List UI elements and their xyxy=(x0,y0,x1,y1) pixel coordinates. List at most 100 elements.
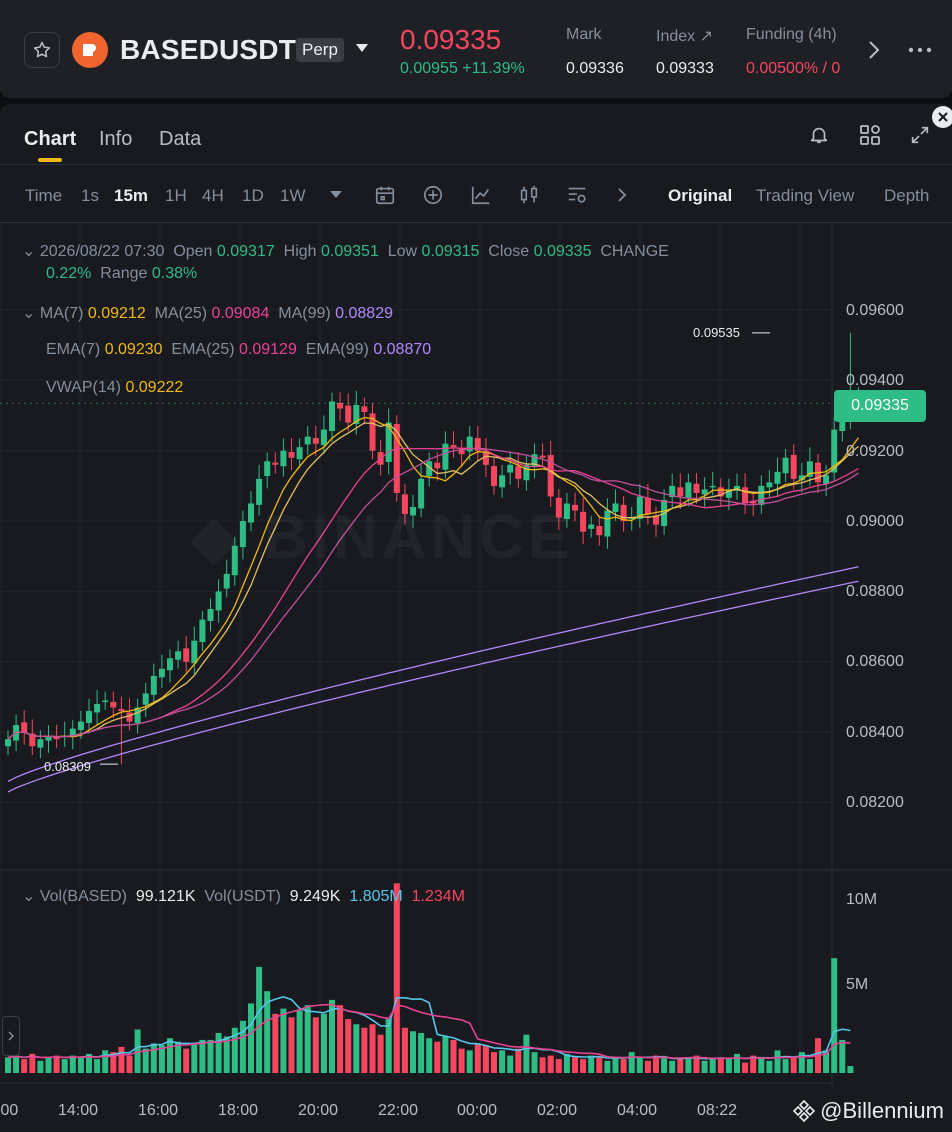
add-indicator-icon[interactable] xyxy=(420,182,446,208)
timeframe-dropdown-icon[interactable] xyxy=(328,188,344,202)
ema7-value: 0.09230 xyxy=(104,341,163,358)
volume-bar xyxy=(717,1057,724,1073)
candlestick-icon[interactable] xyxy=(516,182,542,208)
timeframe-4h[interactable]: 4H xyxy=(202,186,224,206)
volume-bar xyxy=(604,1060,611,1073)
vol-based-value: 99.121K xyxy=(135,888,196,905)
ema-legend: EMA(7) 0.09230 EMA(25) 0.09129 EMA(99) 0… xyxy=(46,341,431,359)
mark-value: 0.09336 xyxy=(566,60,624,77)
timeframe-1d[interactable]: 1D xyxy=(242,186,264,206)
volume-bar xyxy=(53,1055,60,1073)
candle-body xyxy=(272,462,279,465)
candle-body xyxy=(539,455,546,458)
bell-icon[interactable] xyxy=(806,122,832,148)
line-chart-icon[interactable] xyxy=(468,182,494,208)
view-trading-view[interactable]: Trading View xyxy=(756,186,854,206)
ema25-value: 0.09129 xyxy=(239,341,297,358)
layout-grid-icon[interactable] xyxy=(856,122,884,148)
y-tick-label: 0.08800 xyxy=(846,583,904,600)
view-depth[interactable]: Depth xyxy=(884,186,929,206)
volume-bar xyxy=(547,1055,554,1073)
timeframe-1w[interactable]: 1W xyxy=(280,186,306,206)
volume-bar xyxy=(248,1003,254,1073)
candle-body xyxy=(191,640,198,664)
calendar-icon[interactable] xyxy=(372,182,398,208)
volume-bar xyxy=(774,1050,781,1073)
based-logo-icon xyxy=(72,32,108,68)
y-tick-label: 0.09600 xyxy=(846,302,904,319)
contract-type-badge: Perp xyxy=(296,38,344,62)
timeframe-time[interactable]: Time xyxy=(25,186,62,206)
price-change: 0.00955 +11.39% xyxy=(400,60,525,77)
volume-legend: ⌄ Vol(BASED) 99.121K Vol(USDT) 9.249K 1.… xyxy=(22,886,465,906)
ma99-value: 0.08829 xyxy=(335,305,393,322)
tab-info[interactable]: Info xyxy=(99,128,132,151)
watermark-text: @Billennium xyxy=(820,1098,944,1123)
volume-bar xyxy=(77,1057,84,1073)
ma-legend: ⌄ MA(7) 0.09212 MA(25) 0.09084 MA(99) 0.… xyxy=(22,303,393,323)
timeframe-1h[interactable]: 1H xyxy=(165,186,187,206)
candle-body xyxy=(264,461,271,477)
candle-body xyxy=(175,651,182,660)
chevron-right-icon[interactable] xyxy=(864,38,884,62)
volume-bar xyxy=(37,1060,44,1073)
x-tick-label: 08:22 xyxy=(697,1102,738,1119)
collapse-caret-icon[interactable]: ⌄ xyxy=(22,305,35,322)
scroll-left-handle[interactable] xyxy=(2,1016,20,1056)
candle-body xyxy=(523,464,530,481)
candle-body xyxy=(644,497,651,515)
volume-bar xyxy=(102,1050,109,1073)
more-menu-icon[interactable] xyxy=(906,40,934,60)
volume-bar xyxy=(353,1024,360,1073)
candlestick-chart[interactable] xyxy=(0,224,952,1132)
close-icon[interactable] xyxy=(932,106,952,128)
candle-body xyxy=(118,708,125,712)
funding-value: 0.00500% / 0 xyxy=(746,60,841,77)
candle-body xyxy=(53,737,60,740)
ema99-label: EMA(99) xyxy=(305,341,369,358)
symbol-name[interactable]: BASEDUSDT xyxy=(120,34,296,66)
tab-chart[interactable]: Chart xyxy=(24,128,76,151)
divider xyxy=(0,164,952,165)
timeframe-15m[interactable]: 15m xyxy=(114,186,148,206)
vol-ma2-value: 1.234M xyxy=(411,888,465,905)
vwap-legend: VWAP(14) 0.09222 xyxy=(46,379,183,397)
low-marker-label: 0.08309 xyxy=(44,759,91,774)
volume-bar xyxy=(555,1059,562,1073)
candle-body xyxy=(21,722,28,733)
candle-body xyxy=(5,739,11,747)
ma99-line xyxy=(7,580,859,793)
collapse-caret-icon[interactable]: ⌄ xyxy=(22,243,35,260)
y-tick-label: 0.09200 xyxy=(846,443,904,460)
volume-bar xyxy=(539,1057,546,1073)
market-header: BASEDUSDT Perp 0.09335 0.00955 +11.39% M… xyxy=(0,0,952,98)
vol-usdt-value: 9.249K xyxy=(289,888,341,905)
collapse-caret-icon[interactable]: ⌄ xyxy=(22,888,35,905)
volume-bar xyxy=(596,1057,603,1073)
candle-body xyxy=(102,700,109,702)
volume-bar xyxy=(426,1038,433,1073)
volume-bar xyxy=(385,1019,392,1073)
volume-bar xyxy=(563,1053,570,1073)
candle-body xyxy=(758,485,765,505)
volume-bar xyxy=(418,1032,425,1073)
x-tick-label: 14:00 xyxy=(58,1102,99,1119)
timeframe-1s[interactable]: 1s xyxy=(81,186,99,206)
expand-icon[interactable] xyxy=(906,122,934,148)
chart-settings-icon[interactable] xyxy=(564,182,590,208)
volume-bar xyxy=(434,1041,441,1073)
volume-bar xyxy=(320,1013,327,1073)
candle-date: 2026/08/22 07:30 xyxy=(39,243,165,260)
tab-data[interactable]: Data xyxy=(159,128,201,151)
volume-bar xyxy=(491,1052,497,1073)
favorite-button[interactable] xyxy=(24,32,60,68)
view-original[interactable]: Original xyxy=(668,186,732,206)
toolbar-more-chevron-icon[interactable] xyxy=(612,184,632,206)
volume-bar xyxy=(150,1043,157,1073)
candle-body xyxy=(742,487,749,504)
candle-body xyxy=(385,422,392,462)
x-tick-label: 18:00 xyxy=(218,1102,259,1119)
symbol-dropdown-icon[interactable] xyxy=(356,44,368,52)
candle-body xyxy=(150,675,157,695)
volume-bar xyxy=(628,1052,635,1073)
